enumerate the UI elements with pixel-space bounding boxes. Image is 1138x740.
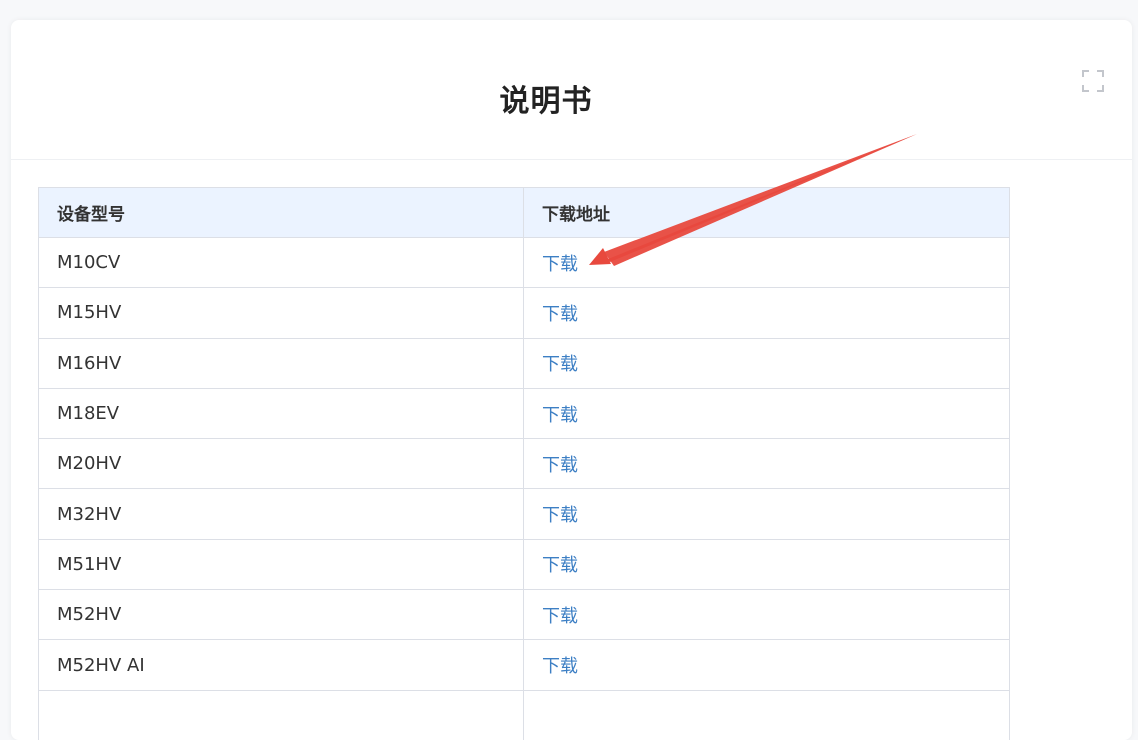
table-row: M32HV 下载 xyxy=(39,489,1010,539)
download-cell: 下载 xyxy=(524,590,1010,640)
model-cell: M52HV xyxy=(39,590,524,640)
fullscreen-expand-icon xyxy=(1082,70,1104,92)
model-cell: M10CV xyxy=(39,238,524,288)
download-cell: 下载 xyxy=(524,388,1010,438)
download-cell: 下载 xyxy=(524,338,1010,388)
download-cell: 下载 xyxy=(524,489,1010,539)
model-cell: M16HV xyxy=(39,338,524,388)
table-row: M10CV 下载 xyxy=(39,238,1010,288)
manual-card: 说明书 设备型号 下载地址 M10CV 下载 M15HV 下载 xyxy=(11,20,1132,740)
download-cell xyxy=(524,690,1010,740)
model-cell: M51HV xyxy=(39,539,524,589)
download-link[interactable]: 下载 xyxy=(542,555,578,576)
page-title: 说明书 xyxy=(11,76,1081,120)
table-body: M10CV 下载 M15HV 下载 M16HV 下载 M18EV 下载 M20H… xyxy=(39,238,1010,740)
model-cell xyxy=(39,690,524,740)
model-cell: M18EV xyxy=(39,388,524,438)
download-link[interactable]: 下载 xyxy=(542,354,578,375)
model-cell: M20HV xyxy=(39,439,524,489)
table-header: 设备型号 下载地址 xyxy=(39,188,1010,238)
table-row: M15HV 下载 xyxy=(39,288,1010,338)
table-row: M20HV 下载 xyxy=(39,439,1010,489)
download-link[interactable]: 下载 xyxy=(542,505,578,526)
column-header-model: 设备型号 xyxy=(39,188,524,238)
table-header-row: 设备型号 下载地址 xyxy=(39,188,1010,238)
download-link[interactable]: 下载 xyxy=(542,455,578,476)
table-row: M18EV 下载 xyxy=(39,388,1010,438)
manual-table: 设备型号 下载地址 M10CV 下载 M15HV 下载 M16HV 下载 M18… xyxy=(38,187,1010,740)
download-link[interactable]: 下载 xyxy=(542,606,578,627)
table-row: M16HV 下载 xyxy=(39,338,1010,388)
download-link[interactable]: 下载 xyxy=(542,304,578,325)
table-row: M52HV 下载 xyxy=(39,590,1010,640)
download-cell: 下载 xyxy=(524,288,1010,338)
model-cell: M32HV xyxy=(39,489,524,539)
download-link[interactable]: 下载 xyxy=(542,656,578,677)
download-cell: 下载 xyxy=(524,439,1010,489)
fullscreen-icon[interactable] xyxy=(1082,70,1104,92)
model-cell: M52HV AI xyxy=(39,640,524,690)
download-cell: 下载 xyxy=(524,238,1010,288)
table-row: M52HV AI 下载 xyxy=(39,640,1010,690)
table-row xyxy=(39,690,1010,740)
card-header: 说明书 xyxy=(11,20,1132,160)
column-header-download: 下载地址 xyxy=(524,188,1010,238)
model-cell: M15HV xyxy=(39,288,524,338)
download-cell: 下载 xyxy=(524,640,1010,690)
download-link[interactable]: 下载 xyxy=(542,405,578,426)
table-row: M51HV 下载 xyxy=(39,539,1010,589)
download-link[interactable]: 下载 xyxy=(542,254,578,275)
download-cell: 下载 xyxy=(524,539,1010,589)
